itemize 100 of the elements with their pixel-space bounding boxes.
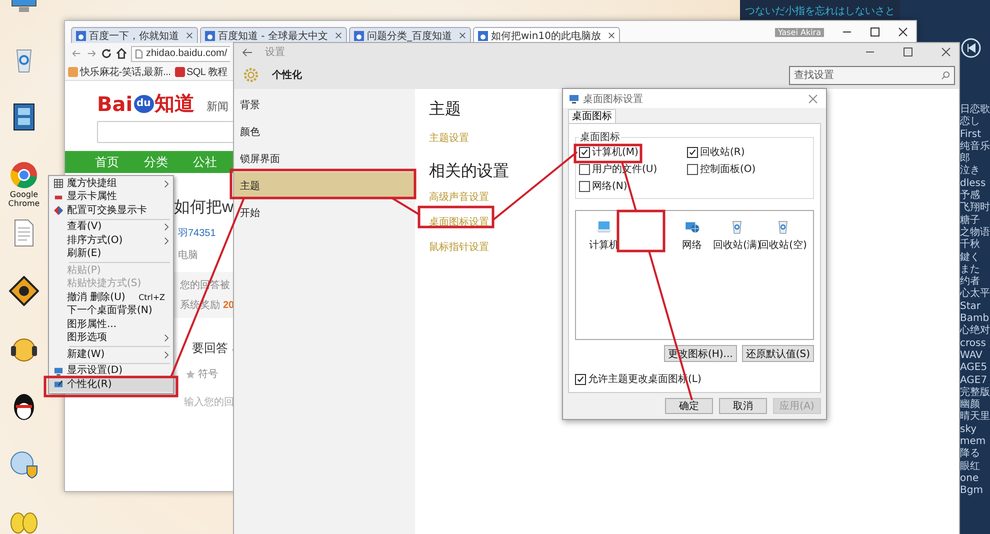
close-icon[interactable] <box>334 32 342 39</box>
icon-label: 回收站(满) <box>713 238 761 252</box>
checkbox[interactable] <box>579 146 590 158</box>
bookmark-link[interactable]: SQL 教程 <box>174 65 228 79</box>
menu-item[interactable]: 个性化(R) <box>49 378 173 392</box>
menu-item[interactable]: 查看(V) <box>49 220 173 234</box>
song-title[interactable]: WAV <box>960 350 990 362</box>
menu-item[interactable]: 显示设置(D) <box>49 364 173 378</box>
song-title[interactable]: また <box>960 264 990 276</box>
address-field[interactable]: zhidao.baidu.com/ <box>131 46 230 62</box>
song-title[interactable]: 郎 <box>960 153 990 166</box>
nav-item[interactable]: 颜色 <box>234 118 415 145</box>
menu-item[interactable]: 排序方式(O) <box>49 234 173 248</box>
song-title[interactable]: 泣き <box>960 165 990 178</box>
browser-tab[interactable]: 如何把win10的此电脑放 <box>472 27 620 43</box>
shield-globe-icon[interactable] <box>9 450 39 480</box>
song-title[interactable]: 约者 <box>960 276 990 288</box>
checkbox[interactable] <box>687 164 698 174</box>
chrome-icon[interactable] <box>9 160 39 190</box>
menu-item[interactable]: 新建(W) <box>49 348 173 362</box>
song-title[interactable]: AGE5 <box>960 362 990 375</box>
menu-item[interactable]: 显示卡属性 <box>49 190 173 204</box>
bookmark-icon <box>174 67 185 77</box>
song-title[interactable]: 纯音乐 <box>960 140 990 154</box>
browser-tab[interactable]: 问题分类_百度知道 <box>348 27 471 43</box>
menu-item[interactable]: 图形选项 <box>49 332 173 345</box>
menu-item[interactable]: 刷新(E) <box>49 248 173 261</box>
song-title[interactable]: mem <box>960 436 990 448</box>
tag-text[interactable]: 电脑 <box>178 248 198 262</box>
back-arrow-icon[interactable] <box>242 48 253 56</box>
checkbox[interactable] <box>579 164 590 174</box>
nav-item[interactable]: 主题 <box>234 172 415 199</box>
song-title[interactable]: 之物语 <box>960 226 990 240</box>
lyric-text: つないだ小指を忘れはしないさと <box>745 4 895 18</box>
song-title[interactable]: 完整版 <box>960 386 990 400</box>
song-title[interactable]: 糖子 <box>960 214 990 227</box>
checkbox[interactable] <box>687 146 698 158</box>
maximize-icon[interactable] <box>903 47 913 57</box>
song-title[interactable]: 眼红 <box>960 460 990 473</box>
song-title[interactable]: 鍵く <box>960 252 990 264</box>
song-title[interactable]: AGE7 <box>960 374 990 387</box>
checkbox-option[interactable]: 控制面板(O) <box>687 162 810 176</box>
menu-item[interactable]: 图形属性... <box>49 318 173 332</box>
checkbox[interactable] <box>579 180 590 192</box>
nav-item[interactable]: 开始 <box>234 199 415 226</box>
menu-item[interactable]: 撤消 删除(U) Ctrl+Z <box>49 291 173 304</box>
checkbox[interactable] <box>575 374 586 384</box>
checkbox-option[interactable]: 网络(N) <box>579 179 687 193</box>
close-icon[interactable] <box>458 32 466 39</box>
dialog-tab[interactable]: 桌面图标 <box>568 109 616 123</box>
close-icon[interactable] <box>898 27 908 37</box>
song-title[interactable]: sky <box>960 424 990 436</box>
dialog-button[interactable]: 还原默认值(S) <box>742 345 814 362</box>
menu-item[interactable]: 配置可交换显示卡 <box>49 204 173 218</box>
window-title: 设置 <box>265 46 285 59</box>
dialog-button[interactable]: 取消 <box>719 398 767 414</box>
song-title[interactable]: cross <box>960 338 990 350</box>
user-link[interactable]: 羽74351 <box>178 226 216 240</box>
nav-link[interactable]: 新闻 <box>206 99 229 117</box>
song-title[interactable]: Star <box>960 300 990 314</box>
network-icon[interactable] <box>684 219 700 235</box>
song-title[interactable]: Bgm <box>960 485 990 498</box>
browser-tab[interactable]: 百度一下，你就知道 <box>71 27 198 43</box>
close-icon[interactable] <box>186 32 193 39</box>
song-title[interactable]: one <box>960 472 990 486</box>
game-icon[interactable] <box>9 276 39 306</box>
search-field[interactable] <box>97 121 233 143</box>
song-title[interactable]: 予感 <box>960 190 990 202</box>
nav-item[interactable]: 背景 <box>234 91 415 118</box>
symbol-button[interactable]: 符号 <box>198 367 218 381</box>
song-title[interactable]: First <box>960 128 990 141</box>
question-title: 如何把w <box>174 198 234 218</box>
maximize-icon[interactable] <box>870 27 880 37</box>
bookmark-link[interactable]: 快乐麻花-笑话,最新... <box>68 65 171 79</box>
song-title[interactable]: 千秋 <box>960 239 990 252</box>
menu-item[interactable]: 下一个桌面背景(N) <box>49 304 173 318</box>
song-title[interactable]: 飞翔时 <box>960 202 990 215</box>
song-title[interactable]: 恋し <box>960 116 990 129</box>
song-title[interactable]: 心绝对 <box>960 325 990 338</box>
home-icon[interactable] <box>116 48 127 59</box>
song-title[interactable]: Bamb <box>960 313 990 326</box>
song-title[interactable]: 日恋歌 <box>960 104 990 116</box>
search-field[interactable]: 查找设置 <box>789 66 955 84</box>
close-icon[interactable] <box>941 47 951 57</box>
song-title[interactable]: 心太平 <box>960 288 990 301</box>
song-title[interactable]: dless <box>960 178 990 190</box>
back-icon[interactable] <box>71 48 82 59</box>
song-title[interactable]: 幽颜 <box>960 399 990 412</box>
song-title[interactable]: 晴天里 <box>960 411 990 424</box>
nav-item[interactable]: 锁屏界面 <box>234 145 415 172</box>
menu-item[interactable]: 魔方快捷组 <box>49 177 173 190</box>
reload-icon[interactable] <box>101 48 112 59</box>
dialog-button[interactable]: 确定 <box>665 398 713 414</box>
browser-tab[interactable]: 百度知道 - 全球最大中文 <box>200 27 347 43</box>
checkbox-option[interactable]: 回收站(R) <box>687 145 810 159</box>
checkbox-option[interactable]: 计算机(M) <box>579 145 687 159</box>
close-icon[interactable] <box>608 32 615 39</box>
previous-button-icon[interactable] <box>961 38 981 58</box>
forward-icon[interactable] <box>86 48 97 59</box>
song-title[interactable]: 降る <box>960 448 990 461</box>
